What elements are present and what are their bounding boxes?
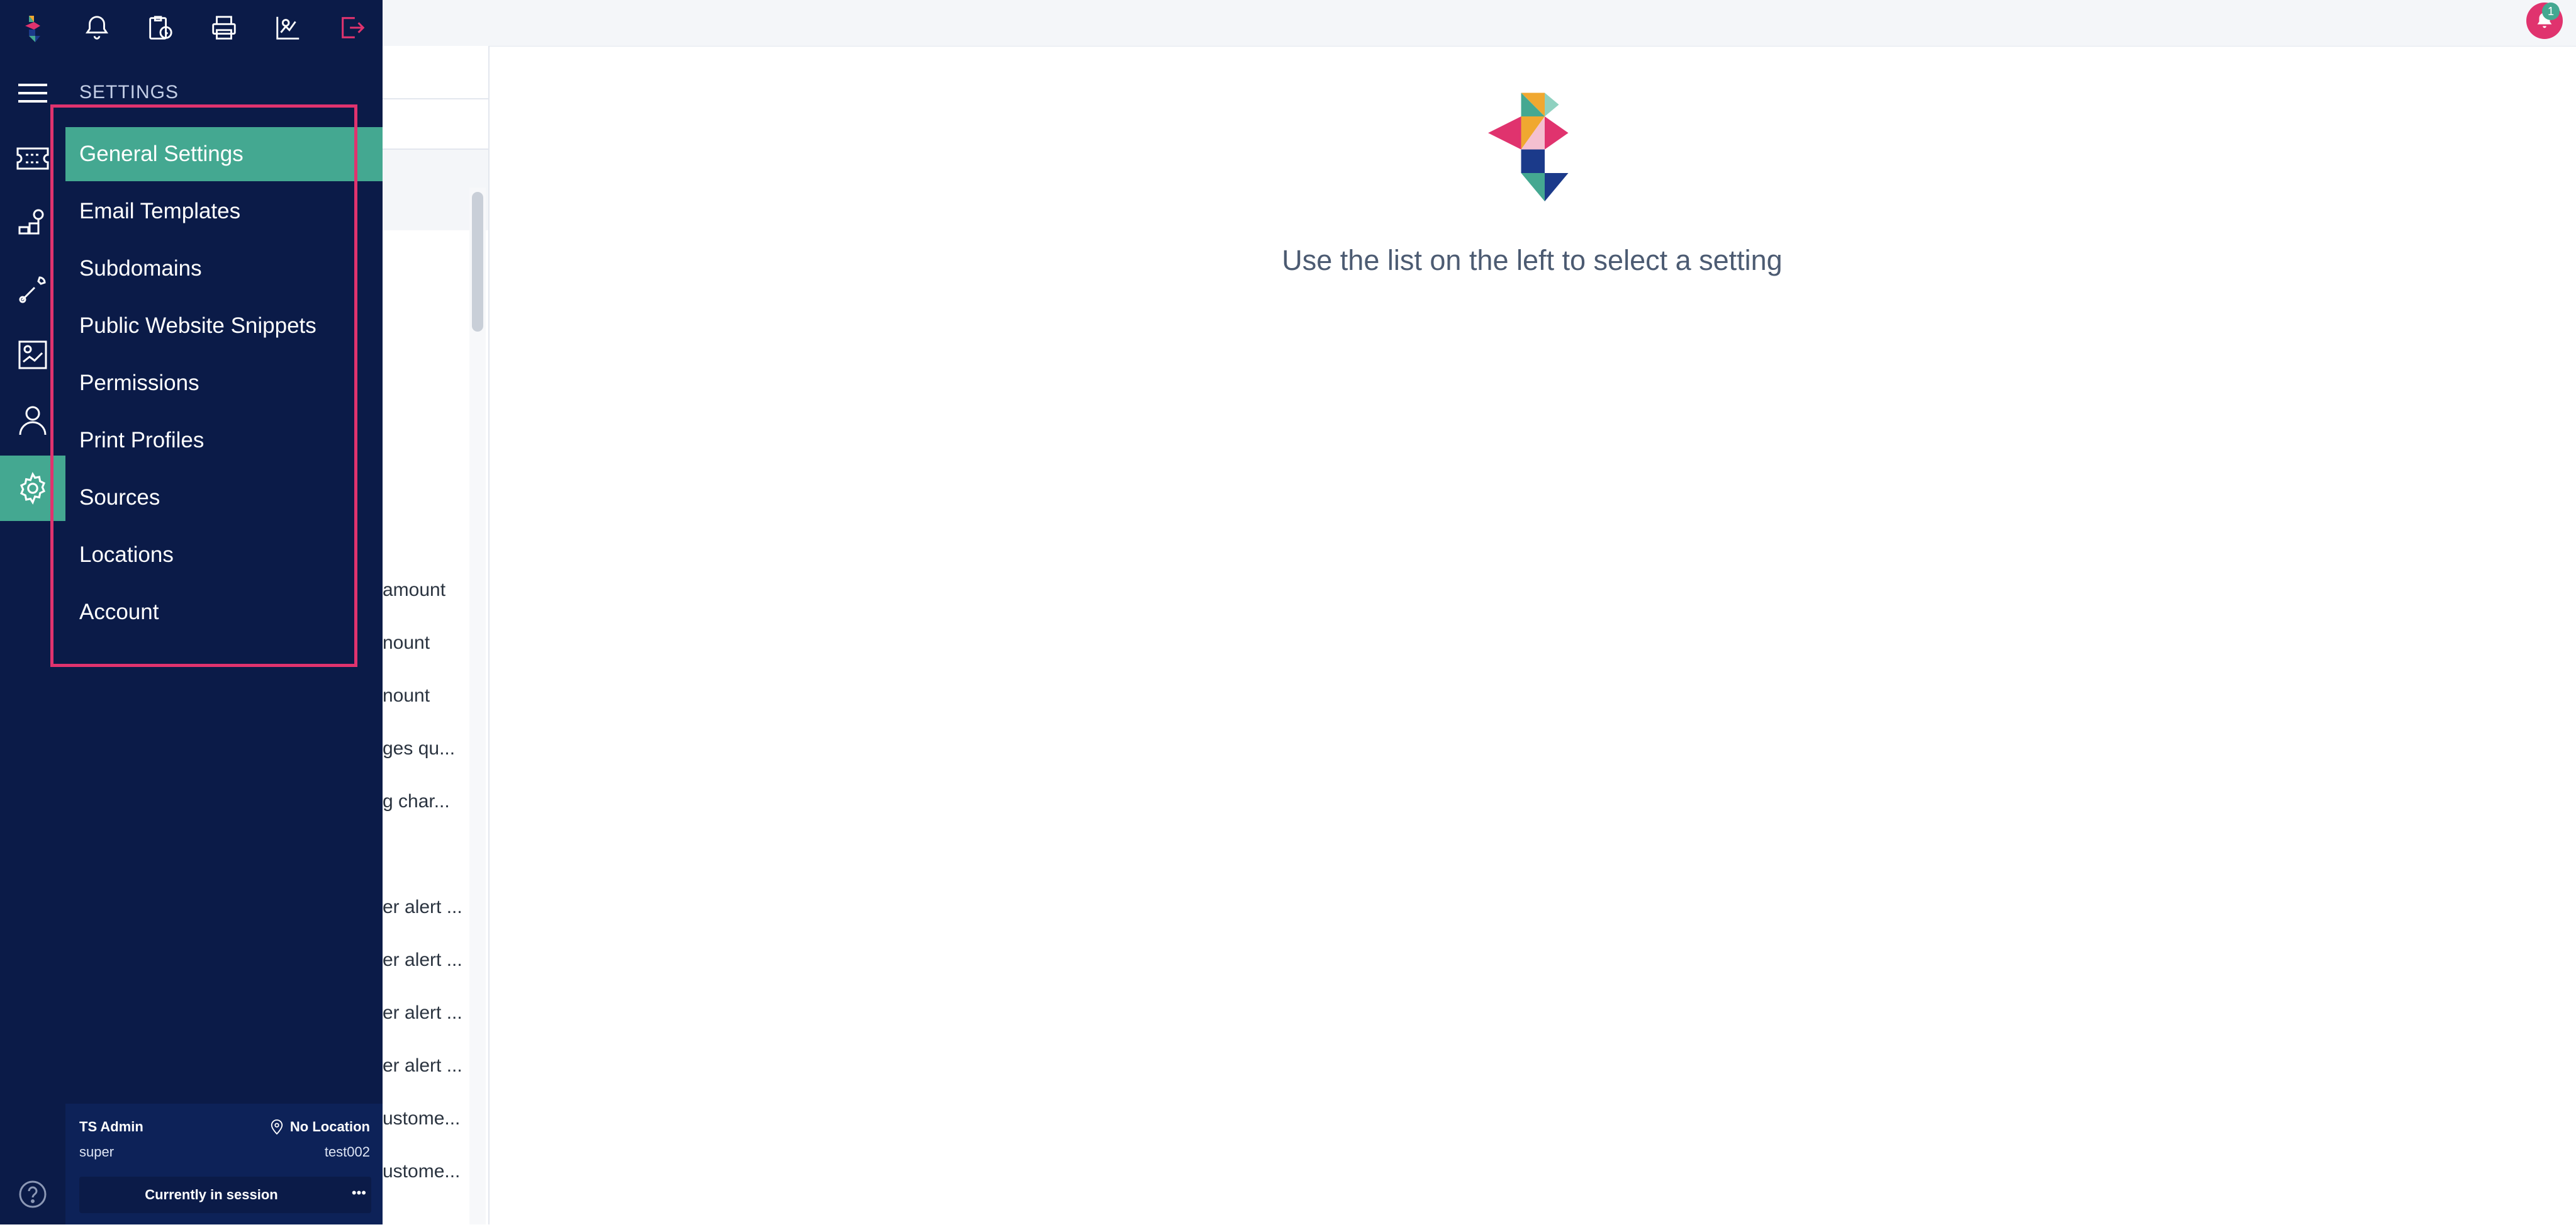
list-item[interactable]: amount (383, 580, 445, 601)
scrollbar-track[interactable] (469, 188, 486, 1224)
list-item[interactable]: g char... (383, 791, 450, 812)
chart-button[interactable] (269, 9, 307, 47)
session-footer: TS Admin super No Location test002 Curre… (65, 1104, 383, 1224)
location-label: No Location (289, 1119, 370, 1135)
app-logo[interactable] (0, 0, 65, 58)
brand-logo-icon (25, 16, 40, 42)
logout-button[interactable] (333, 9, 371, 47)
list-item[interactable]: ustome... (383, 1108, 460, 1129)
more-options-icon[interactable]: ••• (352, 1177, 366, 1209)
notification-count-badge: 1 (2542, 3, 2560, 20)
chart-icon (276, 16, 300, 40)
list-item[interactable]: ustome... (383, 1161, 460, 1182)
session-status-text: Currently in session (145, 1187, 278, 1202)
bell-icon (85, 16, 109, 40)
notifications-button[interactable] (78, 9, 116, 47)
scrollbar-thumb[interactable] (472, 192, 483, 332)
quick-tools (65, 0, 383, 58)
logout-icon (342, 17, 365, 38)
clipboard-clock-icon (149, 16, 172, 40)
session-status-bar[interactable]: Currently in session ••• (79, 1177, 371, 1213)
store-code: test002 (324, 1144, 370, 1160)
brand-logo-icon (1488, 92, 1569, 201)
help-icon[interactable] (0, 1162, 65, 1227)
section-title: SETTINGS (79, 82, 179, 103)
brand-logo (1488, 88, 1582, 214)
top-bar: s 1 (0, 0, 2576, 47)
printer-icon (212, 16, 236, 40)
list-item[interactable]: er alert ... (383, 897, 462, 918)
list-item[interactable]: nount (383, 685, 430, 707)
empty-state-message: Use the list on the left to select a set… (1282, 244, 1783, 276)
list-item[interactable]: nount (383, 632, 430, 654)
list-item[interactable]: ges qu... (383, 738, 455, 759)
print-button[interactable] (205, 9, 243, 47)
user-role: super (79, 1144, 115, 1160)
list-item[interactable]: er alert ... (383, 950, 462, 971)
highlight-box (50, 104, 357, 667)
list-item[interactable]: er alert ... (383, 1002, 462, 1024)
map-pin-icon (271, 1119, 283, 1135)
location-selector[interactable]: No Location (270, 1119, 370, 1135)
clipboard-clock-button[interactable] (141, 9, 179, 47)
user-name: TS Admin (79, 1119, 143, 1135)
list-item[interactable]: er alert ... (383, 1055, 462, 1077)
